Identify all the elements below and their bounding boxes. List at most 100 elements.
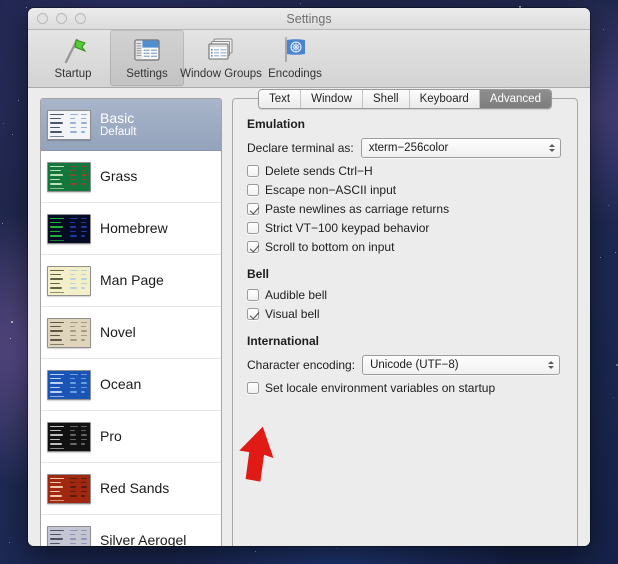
settings-panel: Text Window Shell Keyboard Advanced Emulatio… [232,89,578,546]
declare-terminal-label: Declare terminal as: [247,141,354,155]
toolbar-label-encodings: Encodings [268,68,322,80]
profile-thumbnail [47,265,91,296]
tab-advanced[interactable]: Advanced [479,90,551,108]
declare-terminal-select[interactable]: xterm−256color [360,138,561,158]
checkbox-label: Visual bell [265,307,320,321]
bell-checkbox-0[interactable]: Audible bell [247,288,563,302]
character-encoding-value: Unicode (UTF−8) [370,359,459,371]
profile-row[interactable]: Silver Aerogel [41,515,221,546]
international-section: International Character encoding: Unicod… [247,334,563,395]
checkbox-icon[interactable] [247,382,259,394]
checkbox-icon[interactable] [247,203,259,215]
checkbox-icon[interactable] [247,184,259,196]
profile-row[interactable]: Ocean [41,359,221,411]
profile-name: Basic [100,109,135,126]
window-body: Basic Default Grass Homebrew Man Page Novel Oc… [28,88,590,546]
profile-name: Man Page [100,272,164,289]
minimize-button[interactable] [56,13,67,24]
toolbar-label-startup: Startup [54,68,92,80]
emulation-checkbox-2[interactable]: Paste newlines as carriage returns [247,202,563,216]
profile-name: Grass [100,168,138,185]
checkbox-label: Escape non−ASCII input [265,183,397,197]
checkbox-label: Paste newlines as carriage returns [265,202,450,216]
tab-text[interactable]: Text [259,90,302,108]
traffic-lights [37,13,86,24]
declare-terminal-value: xterm−256color [368,142,449,154]
profile-name: Novel [100,324,136,341]
profiles-sidebar: Basic Default Grass Homebrew Man Page Novel Oc… [40,98,222,546]
zoom-button[interactable] [75,13,86,24]
window-stack-icon [206,33,236,67]
profile-thumbnail [47,473,91,504]
profile-default-label: Default [100,125,137,138]
profile-name: Red Sands [100,480,170,497]
profile-row[interactable]: Pro [41,411,221,463]
stepper-arrows-icon [548,144,555,152]
profile-name: Silver Aerogel [100,532,187,546]
declare-terminal-row: Declare terminal as: xterm−256color [247,138,563,158]
bell-checkbox-list: Audible bell Visual bell [247,288,563,321]
toolbar-item-window-groups[interactable]: Window Groups [180,30,262,86]
checkbox-icon[interactable] [247,308,259,320]
profile-thumbnail [47,421,91,452]
bell-heading: Bell [247,267,270,281]
profile-thumbnail [47,525,91,546]
tab-bar: Text Window Shell Keyboard Advanced [233,89,577,109]
bell-section: Bell Audible bell Visual bell [247,267,563,321]
profile-row[interactable]: Grass [41,151,221,203]
profile-row[interactable]: Man Page [41,255,221,307]
checkbox-icon[interactable] [247,222,259,234]
window-titlebar[interactable]: Settings [28,8,590,30]
character-encoding-row: Character encoding: Unicode (UTF−8) [247,355,563,375]
main-toolbar: Startup Settings Window Groups Encodings [28,30,590,88]
emulation-checkbox-list: Delete sends Ctrl−H Escape non−ASCII inpu… [247,164,563,254]
close-button[interactable] [37,13,48,24]
international-checkbox-list: Set locale environment variables on star… [247,381,563,395]
stepper-arrows-icon [548,361,555,369]
checkbox-icon[interactable] [247,289,259,301]
toolbar-item-encodings[interactable]: Encodings [258,30,332,86]
settings-window: Settings Startup Settings Window Groups … [28,8,590,546]
profile-thumbnail [47,109,91,140]
bell-checkbox-1[interactable]: Visual bell [247,307,563,321]
tab-shell[interactable]: Shell [363,90,410,108]
checkbox-label: Delete sends Ctrl−H [265,164,373,178]
emulation-heading: Emulation [247,117,306,131]
profile-list[interactable]: Basic Default Grass Homebrew Man Page Novel Oc… [41,99,221,546]
profile-thumbnail [47,213,91,244]
emulation-checkbox-1[interactable]: Escape non−ASCII input [247,183,563,197]
international-heading: International [247,334,320,348]
tab-keyboard[interactable]: Keyboard [409,90,480,108]
profile-row[interactable]: Novel [41,307,221,359]
character-encoding-select[interactable]: Unicode (UTF−8) [362,355,561,375]
emulation-checkbox-4[interactable]: Scroll to bottom on input [247,240,563,254]
profile-thumbnail [47,161,91,192]
set-locale-checkbox-0[interactable]: Set locale environment variables on star… [247,381,563,395]
toolbar-label-window-groups: Window Groups [180,68,262,80]
character-encoding-label: Character encoding: [247,358,356,372]
checkbox-label: Strict VT−100 keypad behavior [265,221,430,235]
settings-window-icon [132,33,162,67]
profile-row[interactable]: Homebrew [41,203,221,255]
profile-name: Pro [100,428,122,445]
profile-thumbnail [47,369,91,400]
checkbox-icon[interactable] [247,165,259,177]
toolbar-item-settings[interactable]: Settings [110,30,184,86]
profile-thumbnail [47,317,91,348]
tab-group: Text Window Shell Keyboard Advanced [258,89,552,109]
checkbox-icon[interactable] [247,241,259,253]
profile-name: Homebrew [100,220,168,237]
emulation-checkbox-0[interactable]: Delete sends Ctrl−H [247,164,563,178]
emulation-section: Emulation Declare terminal as: xterm−256… [247,117,563,254]
toolbar-label-settings: Settings [126,68,168,80]
profile-row[interactable]: Basic Default [41,99,221,151]
checkbox-label: Audible bell [265,288,328,302]
profile-name: Ocean [100,376,142,393]
window-title: Settings [286,12,332,26]
tab-window[interactable]: Window [301,90,364,108]
emulation-checkbox-3[interactable]: Strict VT−100 keypad behavior [247,221,563,235]
toolbar-item-startup[interactable]: Startup [36,30,110,86]
checkbox-label: Scroll to bottom on input [265,240,395,254]
profile-row[interactable]: Red Sands [41,463,221,515]
checkbox-label: Set locale environment variables on star… [265,381,496,395]
